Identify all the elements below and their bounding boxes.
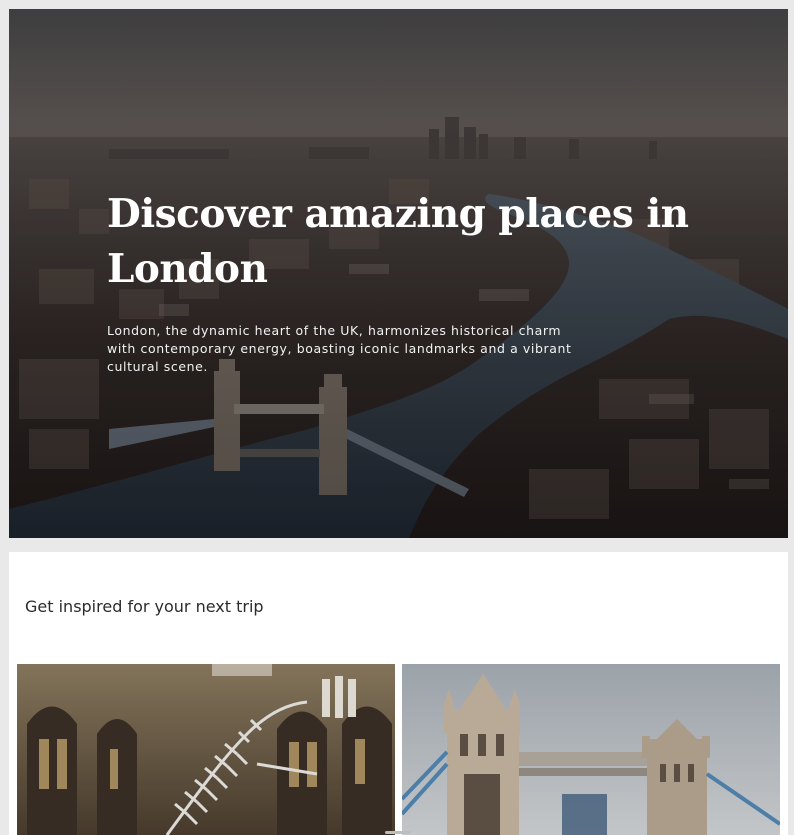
scroll-indicator bbox=[385, 831, 411, 834]
hero-description: London, the dynamic heart of the UK, har… bbox=[107, 323, 572, 374]
section-heading: Get inspired for your next trip bbox=[25, 597, 264, 616]
museum-image bbox=[17, 664, 395, 835]
page: Discover amazing places in London London… bbox=[0, 0, 794, 835]
destination-card-museum[interactable] bbox=[17, 664, 395, 835]
hero-banner: Discover amazing places in London London… bbox=[9, 9, 788, 538]
inspiration-section: Get inspired for your next trip bbox=[9, 552, 788, 835]
hero-title: Discover amazing places in London bbox=[107, 191, 689, 292]
tower-bridge-image bbox=[402, 664, 780, 835]
destination-card-tower-bridge[interactable] bbox=[402, 664, 780, 835]
